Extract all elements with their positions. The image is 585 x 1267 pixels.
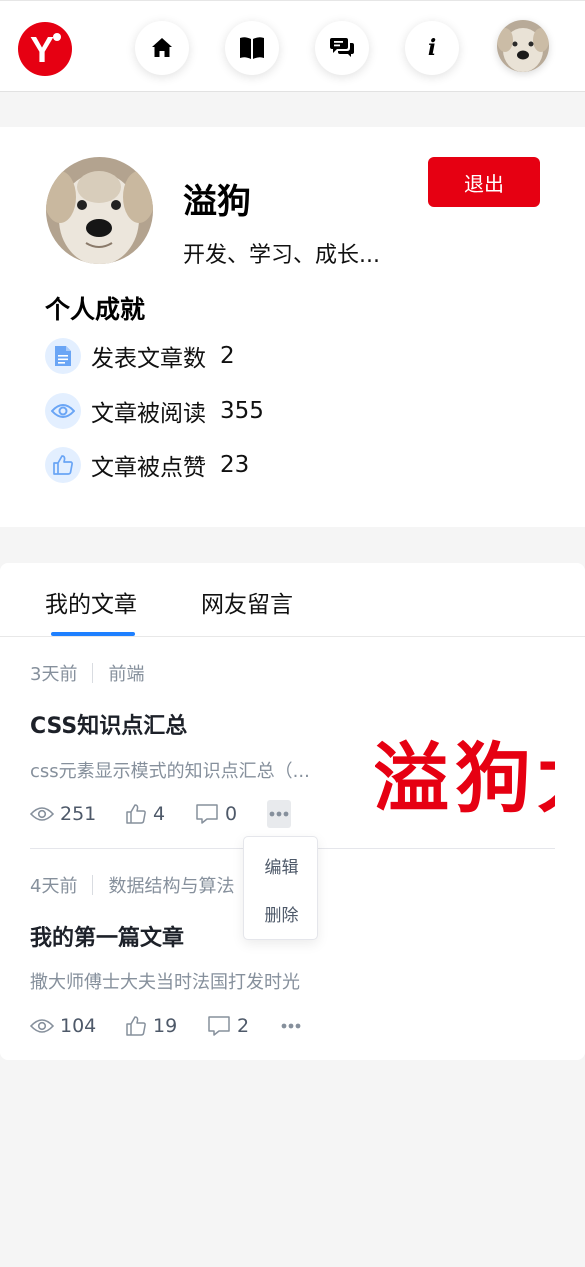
article-time: 3天前 [30,664,78,685]
article-thumbnail[interactable]: 溢狗大 [375,703,555,823]
article-desc[interactable]: 撒大师傅士大夫当时法国打发时光 [30,968,330,994]
comment-icon [208,1016,230,1036]
user-bio: 开发、学习、成长... [183,243,380,268]
document-icon [45,338,81,374]
meta-divider [92,663,94,683]
achievement-label: 文章被阅读 [91,401,206,427]
comment-count-value: 0 [225,803,238,825]
more-button[interactable] [267,800,291,828]
achievement-label: 文章被点赞 [91,455,206,481]
profile-card: 溢狗 开发、学习、成长... 退出 个人成就 发表文章数 2 文章被阅读 355 [0,127,585,527]
article-category[interactable]: 数据结构与算法 [108,872,234,898]
achievement-articles: 发表文章数 2 [45,338,235,374]
nav-home-button[interactable] [135,21,189,75]
tab-my-articles[interactable]: 我的文章 [45,585,137,619]
articles-card: 我的文章 网友留言 3天前 前端 CSS知识点汇总 css元素显示模式的知识点汇… [0,563,585,1060]
logo[interactable]: Y [18,22,72,76]
like-count-value: 4 [153,803,166,825]
info-icon: i [427,35,437,61]
like-count[interactable]: 19 [125,1015,177,1037]
logo-icon: Y [30,29,61,70]
achievement-value: 2 [220,343,235,369]
thumbs-up-icon [45,447,81,483]
avatar [46,157,153,264]
ellipsis-icon [269,811,289,817]
delete-menu-item[interactable]: 删除 [244,901,319,926]
nav-messages-button[interactable] [315,21,369,75]
nav-books-button[interactable] [225,21,279,75]
article-time: 4天前 [30,876,78,897]
svg-text:Y: Y [30,29,54,70]
article-title[interactable]: CSS知识点汇总 [30,708,187,740]
comment-count[interactable]: 0 [195,803,237,825]
article-action-menu: 编辑 删除 [243,836,318,940]
comment-count[interactable]: 2 [207,1015,249,1037]
book-icon [240,37,264,59]
article-title[interactable]: 我的第一篇文章 [30,920,184,952]
achievement-label: 发表文章数 [91,346,206,372]
top-nav: Y i [0,0,585,92]
achievement-reads: 文章被阅读 355 [45,393,264,429]
article-desc[interactable]: css元素显示模式的知识点汇总（... [30,757,330,783]
chat-icon [330,38,354,57]
active-tab-indicator [51,632,135,636]
tab-comments[interactable]: 网友留言 [201,585,293,619]
username: 溢狗 [183,182,251,222]
comment-icon [196,804,218,824]
avatar-icon [497,20,549,72]
like-count-value: 19 [153,1015,178,1037]
view-count-value: 251 [60,803,97,825]
tab-bar: 我的文章 网友留言 [0,563,585,637]
eye-icon [30,807,54,821]
home-icon [152,38,172,57]
achievements-title: 个人成就 [45,295,146,324]
view-count-value: 104 [60,1015,97,1037]
article-category[interactable]: 前端 [108,660,144,686]
meta-divider [92,875,94,895]
achievement-value: 23 [220,452,250,478]
view-count: 104 [30,1015,96,1037]
dog-avatar-image [46,157,153,264]
nav-about-button[interactable]: i [405,21,459,75]
achievement-likes: 文章被点赞 23 [45,447,249,483]
thumbs-up-icon [126,804,146,824]
ellipsis-icon [281,1023,301,1029]
article-meta: 3天前 前端 [30,660,144,686]
more-button[interactable] [279,1012,303,1040]
edit-menu-item[interactable]: 编辑 [244,853,319,878]
like-count[interactable]: 4 [125,803,165,825]
thumbs-up-icon [126,1016,146,1036]
logout-button[interactable]: 退出 [428,157,540,207]
nav-avatar[interactable] [497,20,549,72]
thumbnail-text: 溢狗大 [375,734,555,823]
view-count: 251 [30,803,96,825]
eye-icon [45,393,81,429]
achievement-value: 355 [220,398,264,424]
eye-icon [30,1019,54,1033]
comment-count-value: 2 [237,1015,250,1037]
article-meta: 4天前 数据结构与算法 [30,872,234,898]
